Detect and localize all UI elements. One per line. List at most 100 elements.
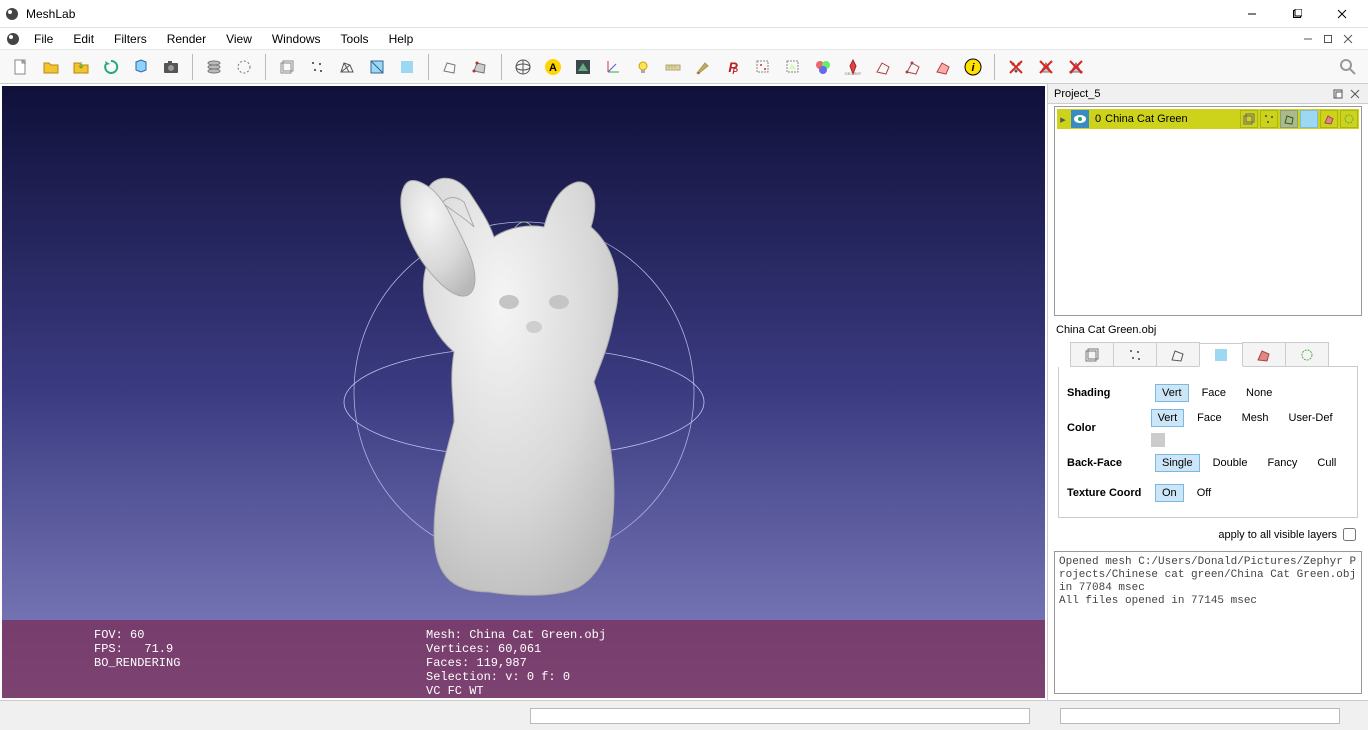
- show-raster-button[interactable]: [230, 53, 258, 81]
- menu-windows[interactable]: Windows: [262, 28, 331, 50]
- menu-view[interactable]: View: [216, 28, 262, 50]
- arc3d-button[interactable]: [569, 53, 597, 81]
- svg-text:A: A: [549, 62, 557, 74]
- info-mesh: Mesh: China Cat Green.obj: [426, 628, 606, 642]
- apply-all-checkbox[interactable]: [1343, 528, 1356, 541]
- layer-wire-icon[interactable]: [1280, 110, 1298, 128]
- selected-vert-button[interactable]: [466, 53, 494, 81]
- layer-edge-icon[interactable]: [1340, 110, 1358, 128]
- info-fps: FPS: 71.9: [94, 642, 390, 656]
- 3d-viewport[interactable]: FOV: 60 FPS: 71.9 BO_RENDERING Mesh: Chi…: [2, 86, 1045, 698]
- color-swatch[interactable]: [1151, 433, 1165, 447]
- backface-double[interactable]: Double: [1206, 454, 1255, 472]
- select-vertices-button[interactable]: [899, 53, 927, 81]
- tab-edge[interactable]: [1285, 342, 1329, 366]
- backface-label: Back-Face: [1067, 457, 1155, 469]
- layer-fill-icon[interactable]: [1300, 110, 1318, 128]
- tab-fill[interactable]: [1199, 343, 1243, 367]
- minimize-button[interactable]: [1229, 0, 1274, 28]
- color-face[interactable]: Face: [1190, 409, 1228, 427]
- color-label: Color: [1067, 422, 1151, 434]
- delete-faces-verts-button[interactable]: [1062, 53, 1090, 81]
- snapshot-button[interactable]: [157, 53, 185, 81]
- align-button[interactable]: A: [539, 53, 567, 81]
- color-userdef[interactable]: User-Def: [1282, 409, 1340, 427]
- render-params: Shading Vert Face None Color Vert Face M…: [1058, 367, 1358, 518]
- backface-cull[interactable]: Cull: [1310, 454, 1343, 472]
- menu-file[interactable]: File: [24, 28, 63, 50]
- open-project-button[interactable]: [37, 53, 65, 81]
- show-layers-button[interactable]: [200, 53, 228, 81]
- flat-lines-button[interactable]: [363, 53, 391, 81]
- layer-tree[interactable]: ▸ 0 China Cat Green: [1054, 106, 1362, 316]
- smooth-button[interactable]: [393, 53, 421, 81]
- maximize-button[interactable]: [1274, 0, 1319, 28]
- paint-button[interactable]: [689, 53, 717, 81]
- menu-help[interactable]: Help: [379, 28, 424, 50]
- light-button[interactable]: [629, 53, 657, 81]
- menu-tools[interactable]: Tools: [331, 28, 379, 50]
- texcoord-label: Texture Coord: [1067, 487, 1155, 499]
- mdi-restore-icon[interactable]: [1320, 31, 1336, 47]
- new-project-button[interactable]: [7, 53, 35, 81]
- svg-text:GEOREF: GEOREF: [845, 71, 862, 76]
- points-button[interactable]: [303, 53, 331, 81]
- layer-sel-icon[interactable]: [1320, 110, 1338, 128]
- layer-name: China Cat Green: [1105, 113, 1239, 125]
- expand-icon[interactable]: ▸: [1057, 113, 1069, 126]
- select-faces-button[interactable]: [779, 53, 807, 81]
- svg-text:P: P: [732, 67, 738, 76]
- menu-filters[interactable]: Filters: [104, 28, 157, 50]
- delete-vertices-button[interactable]: [1002, 53, 1030, 81]
- shading-vert[interactable]: Vert: [1155, 384, 1189, 402]
- dock-float-icon[interactable]: [1331, 87, 1345, 101]
- globe-button[interactable]: [509, 53, 537, 81]
- backface-single[interactable]: Single: [1155, 454, 1200, 472]
- dock-titlebar: Project_5: [1048, 84, 1368, 104]
- import-mesh-button[interactable]: [67, 53, 95, 81]
- layer-row[interactable]: ▸ 0 China Cat Green: [1057, 109, 1359, 129]
- select-all-button[interactable]: [929, 53, 957, 81]
- tab-bbox[interactable]: [1070, 342, 1114, 366]
- select-connected-button[interactable]: [869, 53, 897, 81]
- delete-faces-button[interactable]: [1032, 53, 1060, 81]
- measure-button[interactable]: [659, 53, 687, 81]
- texcoord-off[interactable]: Off: [1190, 484, 1218, 502]
- selected-face-button[interactable]: [436, 53, 464, 81]
- color-vert[interactable]: Vert: [1151, 409, 1185, 427]
- layer-points-icon[interactable]: [1260, 110, 1278, 128]
- progress-bar-1: [530, 708, 1030, 724]
- shading-face[interactable]: Face: [1195, 384, 1233, 402]
- dock-close-icon[interactable]: [1348, 87, 1362, 101]
- reload-button[interactable]: [97, 53, 125, 81]
- search-button[interactable]: [1334, 53, 1362, 81]
- current-layer-label: China Cat Green.obj: [1048, 322, 1368, 338]
- layer-bbox-icon[interactable]: [1240, 110, 1258, 128]
- axis-button[interactable]: [599, 53, 627, 81]
- georef-button[interactable]: GEOREF: [839, 53, 867, 81]
- texcoord-on[interactable]: On: [1155, 484, 1184, 502]
- color-button[interactable]: [809, 53, 837, 81]
- menu-render[interactable]: Render: [157, 28, 216, 50]
- visibility-icon[interactable]: [1071, 110, 1089, 128]
- menu-edit[interactable]: Edit: [63, 28, 104, 50]
- mdi-close-icon[interactable]: [1340, 31, 1356, 47]
- tab-sel[interactable]: [1242, 342, 1286, 366]
- export-mesh-button[interactable]: [127, 53, 155, 81]
- tab-wire[interactable]: [1156, 342, 1200, 366]
- render-mode-tabs: [1070, 342, 1358, 367]
- mdi-minimize-icon[interactable]: [1300, 31, 1316, 47]
- bbox-button[interactable]: [273, 53, 301, 81]
- select-points-button[interactable]: [749, 53, 777, 81]
- close-button[interactable]: [1319, 0, 1364, 28]
- log-panel[interactable]: Opened mesh C:/Users/Donald/Pictures/Zep…: [1054, 551, 1362, 694]
- info-button[interactable]: i: [959, 53, 987, 81]
- shading-none[interactable]: None: [1239, 384, 1279, 402]
- wireframe-button[interactable]: [333, 53, 361, 81]
- plugin-p-button[interactable]: PP: [719, 53, 747, 81]
- backface-fancy[interactable]: Fancy: [1260, 454, 1304, 472]
- tab-points[interactable]: [1113, 342, 1157, 366]
- app-title: MeshLab: [26, 7, 1229, 21]
- progress-bar-2: [1060, 708, 1340, 724]
- color-mesh[interactable]: Mesh: [1235, 409, 1276, 427]
